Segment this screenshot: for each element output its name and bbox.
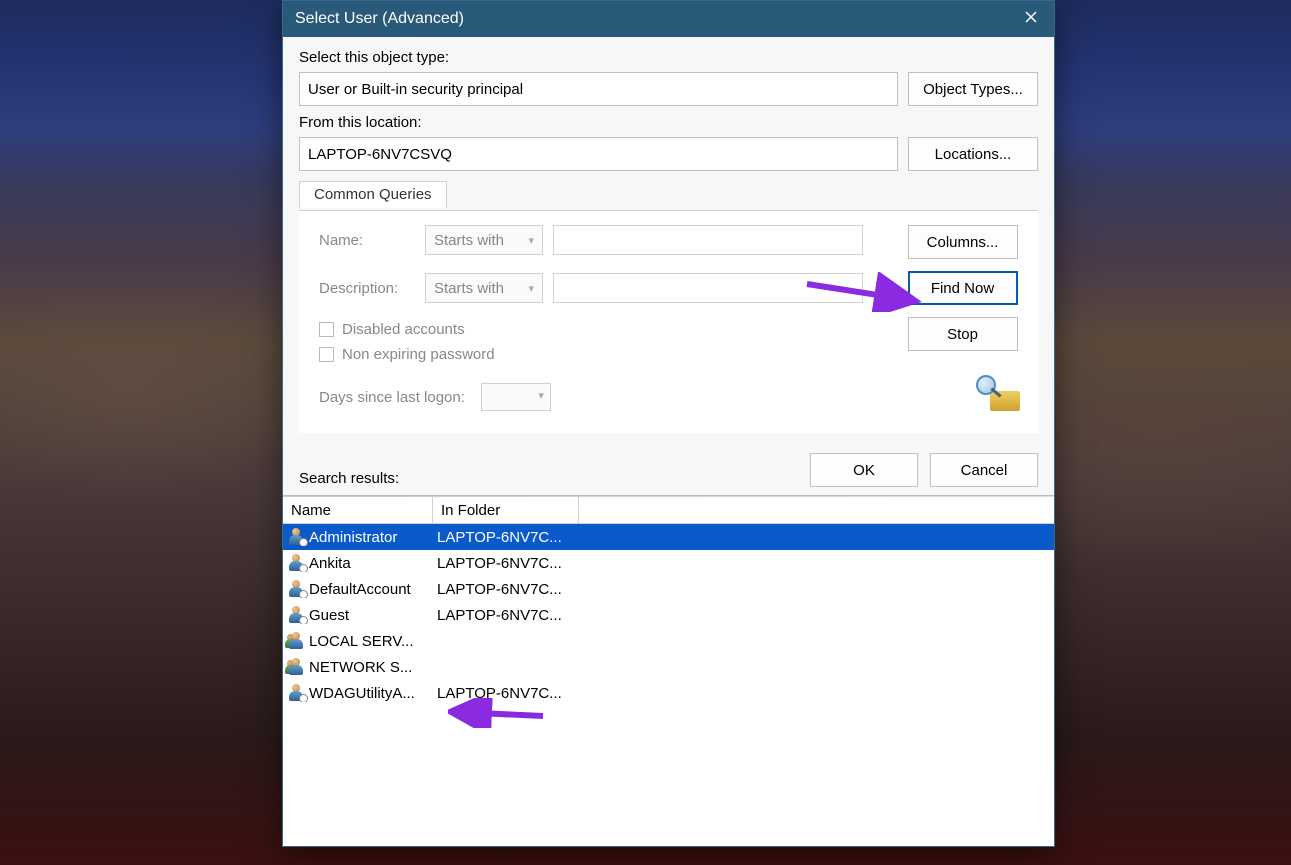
result-name-cell: DefaultAccount xyxy=(283,580,433,598)
result-name-text: Ankita xyxy=(309,555,351,572)
locations-button[interactable]: Locations... xyxy=(908,137,1038,171)
columns-button[interactable]: Columns... xyxy=(908,225,1018,259)
common-queries-panel: Name: Starts with Description: Starts wi… xyxy=(299,211,1038,433)
result-name-cell: WDAGUtilityA... xyxy=(283,684,433,702)
name-filter-input[interactable] xyxy=(553,225,863,255)
group-icon xyxy=(287,632,307,650)
result-name-text: Administrator xyxy=(309,529,397,546)
object-types-button[interactable]: Object Types... xyxy=(908,72,1038,106)
cancel-button[interactable]: Cancel xyxy=(930,453,1038,487)
results-panel: Name In Folder Administrator LAPTOP-6NV7C… xyxy=(283,497,1054,846)
result-row[interactable]: WDAGUtilityA...LAPTOP-6NV7C... xyxy=(283,680,1054,706)
user-icon xyxy=(287,580,307,598)
group-icon xyxy=(287,658,307,676)
result-name-text: LOCAL SERV... xyxy=(309,633,414,650)
result-name-text: WDAGUtilityA... xyxy=(309,685,415,702)
window-title: Select User (Advanced) xyxy=(295,10,464,28)
description-mode-combo[interactable]: Starts with xyxy=(425,273,543,303)
result-name-cell: Guest xyxy=(283,606,433,624)
result-row[interactable]: LOCAL SERV... xyxy=(283,628,1054,654)
results-body: Administrator LAPTOP-6NV7C... Ankita LAPTOP… xyxy=(283,524,1054,706)
result-name-cell: LOCAL SERV... xyxy=(283,632,433,650)
find-now-button[interactable]: Find Now xyxy=(908,271,1018,305)
results-header: Name In Folder xyxy=(283,497,1054,524)
result-name-cell: Administrator xyxy=(283,528,433,546)
non-expiring-checkbox[interactable] xyxy=(319,347,334,362)
location-field[interactable]: LAPTOP-6NV7CSVQ xyxy=(299,137,898,171)
disabled-accounts-label: Disabled accounts xyxy=(342,321,465,338)
result-name-text: DefaultAccount xyxy=(309,581,411,598)
user-icon xyxy=(287,684,307,702)
result-name-cell: Ankita xyxy=(283,554,433,572)
name-mode-combo[interactable]: Starts with xyxy=(425,225,543,255)
close-button[interactable] xyxy=(1008,1,1054,37)
close-icon xyxy=(1025,10,1037,28)
result-folder-cell: LAPTOP-6NV7C... xyxy=(433,555,579,572)
object-type-field[interactable]: User or Built-in security principal xyxy=(299,72,898,106)
search-folder-icon xyxy=(972,375,1020,411)
location-label: From this location: xyxy=(299,114,1038,131)
result-folder-cell: LAPTOP-6NV7C... xyxy=(433,607,579,624)
column-name[interactable]: Name xyxy=(283,497,433,523)
annotation-arrow-find-now xyxy=(802,272,922,312)
result-row[interactable]: DefaultAccount LAPTOP-6NV7C... xyxy=(283,576,1054,602)
result-name-text: Guest xyxy=(309,607,349,624)
result-folder-cell: LAPTOP-6NV7C... xyxy=(433,529,579,546)
description-filter-label: Description: xyxy=(319,280,415,297)
user-icon xyxy=(287,554,307,572)
action-row: Search results: OK Cancel xyxy=(283,443,1054,495)
name-filter-label: Name: xyxy=(319,232,415,249)
days-since-logon-label: Days since last logon: xyxy=(319,389,465,406)
tab-row: Common Queries xyxy=(299,181,1038,211)
disabled-accounts-checkbox[interactable] xyxy=(319,322,334,337)
column-folder[interactable]: In Folder xyxy=(433,497,579,523)
result-name-cell: NETWORK S... xyxy=(283,658,433,676)
dialog-top-section: Select this object type: User or Built-i… xyxy=(283,37,1054,443)
user-icon xyxy=(287,528,307,546)
result-name-text: NETWORK S... xyxy=(309,659,412,676)
select-user-dialog: Select User (Advanced) Select this objec… xyxy=(282,0,1055,847)
non-expiring-label: Non expiring password xyxy=(342,346,495,363)
search-results-label: Search results: xyxy=(299,470,798,487)
annotation-arrow-local-service xyxy=(448,698,548,728)
result-row[interactable]: NETWORK S... xyxy=(283,654,1054,680)
result-row[interactable]: Ankita LAPTOP-6NV7C... xyxy=(283,550,1054,576)
user-icon xyxy=(287,606,307,624)
ok-button[interactable]: OK xyxy=(810,453,918,487)
result-row[interactable]: Administrator LAPTOP-6NV7C... xyxy=(283,524,1054,550)
days-since-logon-combo[interactable] xyxy=(481,383,551,411)
result-folder-cell: LAPTOP-6NV7C... xyxy=(433,581,579,598)
result-row[interactable]: Guest LAPTOP-6NV7C... xyxy=(283,602,1054,628)
tab-common-queries[interactable]: Common Queries xyxy=(299,181,447,208)
stop-button[interactable]: Stop xyxy=(908,317,1018,351)
object-type-label: Select this object type: xyxy=(299,49,1038,66)
titlebar[interactable]: Select User (Advanced) xyxy=(283,1,1054,37)
